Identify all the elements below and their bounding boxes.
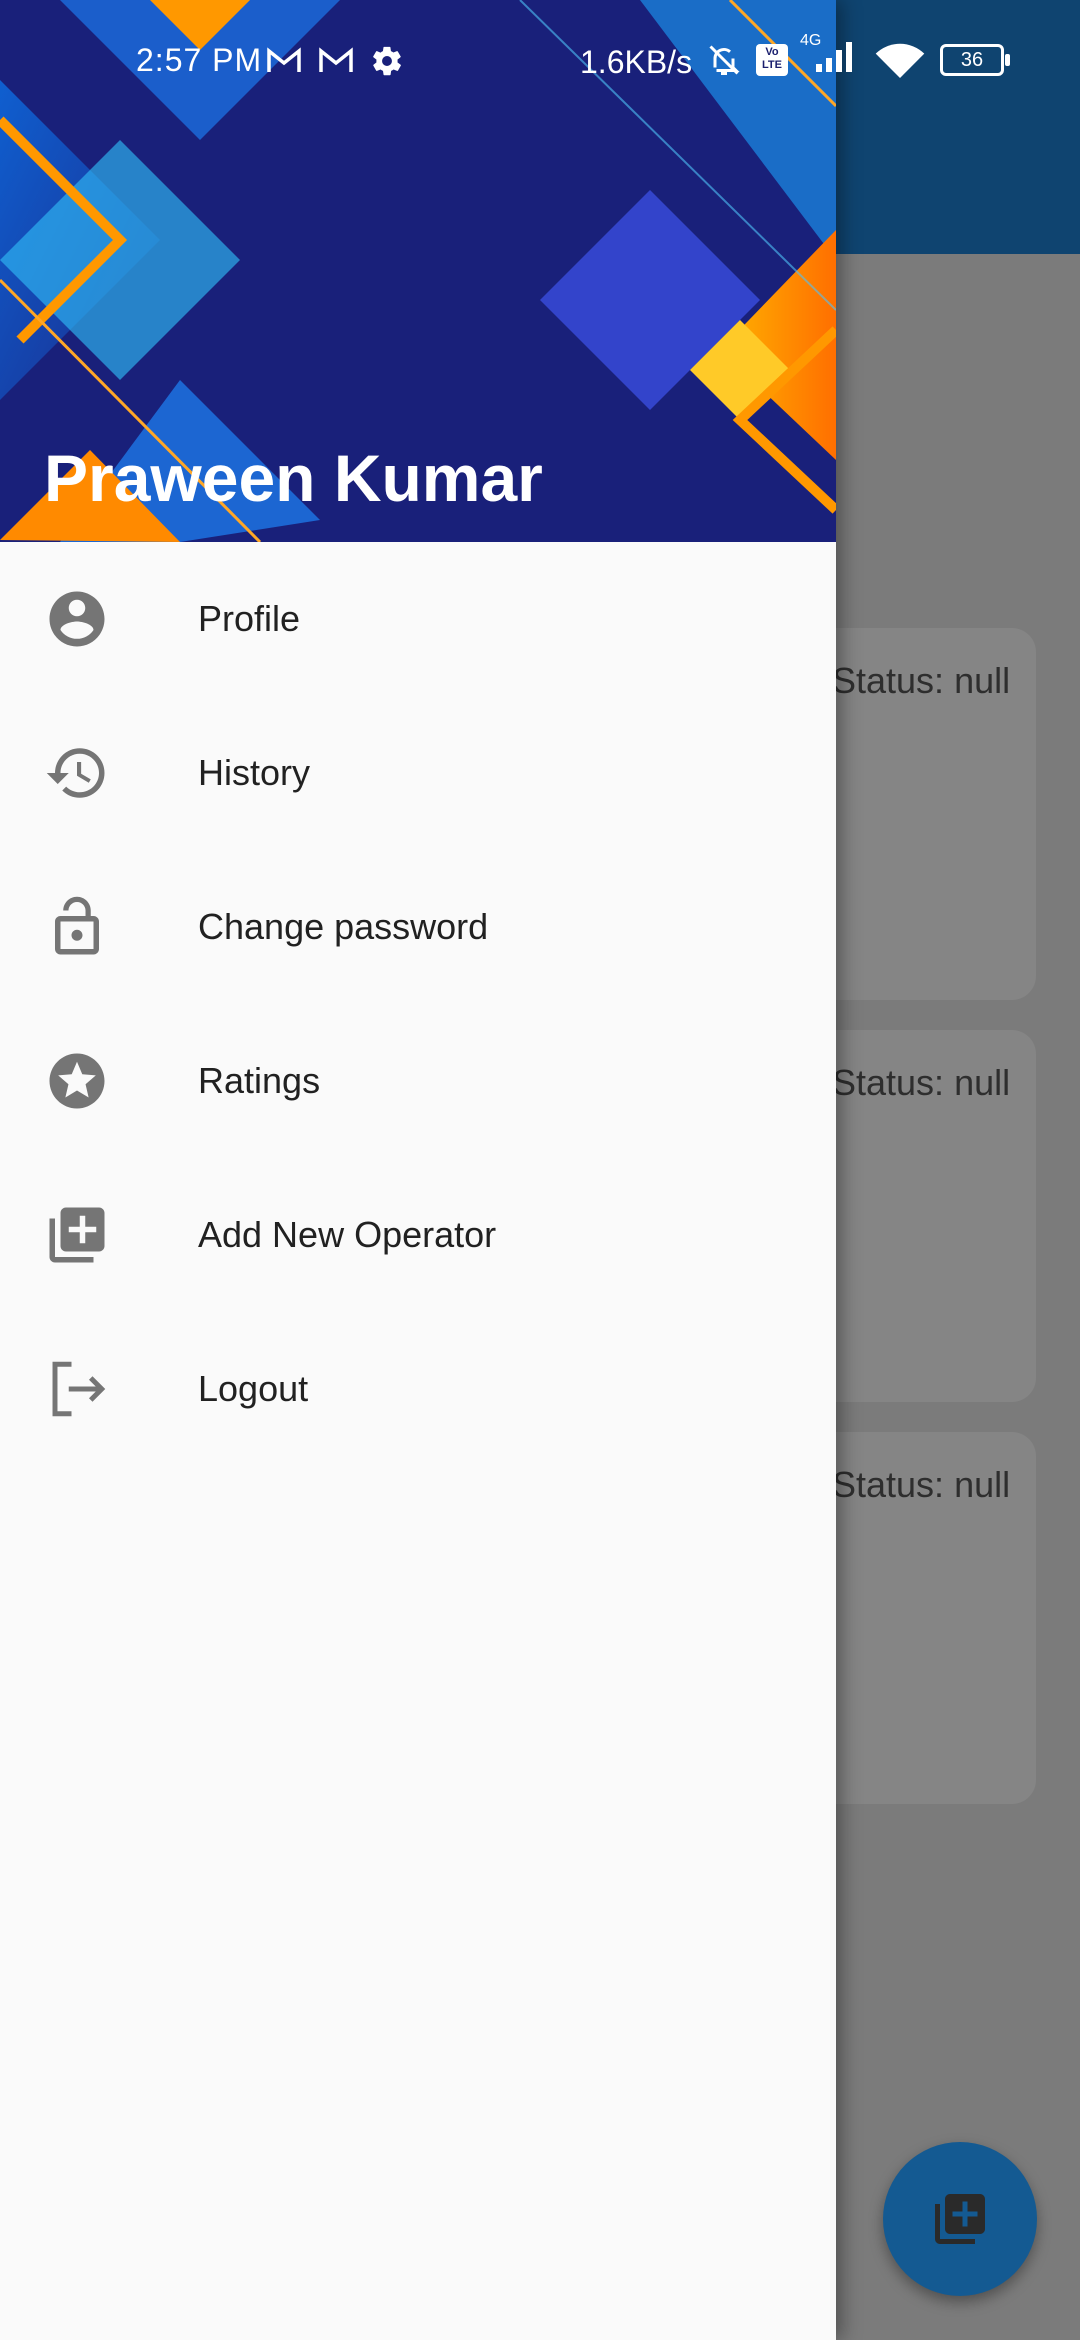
drawer-item-profile[interactable]: Profile: [0, 542, 836, 696]
network-speed: 1.6KB/s: [580, 44, 693, 80]
volte-icon: Vo LTE: [756, 44, 788, 76]
history-icon: [44, 740, 110, 806]
drawer-item-label: Profile: [198, 598, 301, 639]
status-bar: 2:57 PM 1.6KB/s Vo LTE 4G 36: [0, 0, 1080, 100]
mute-icon: [709, 45, 740, 75]
card-status: Status: null: [832, 660, 1011, 701]
signal-icon: 4G: [800, 32, 860, 82]
settings-icon: [373, 46, 401, 76]
drawer-item-label: Add New Operator: [198, 1214, 497, 1255]
drawer-item-label: Ratings: [198, 1060, 321, 1101]
drawer-item-label: Change password: [198, 906, 489, 947]
drawer-menu: Profile History Change password Ratings …: [0, 542, 836, 1466]
library-add-icon: [935, 2194, 985, 2244]
wifi-icon: [875, 43, 925, 78]
drawer-item-label: History: [198, 752, 311, 793]
drawer-item-label: Logout: [198, 1368, 309, 1409]
drawer-item-change-password[interactable]: Change password: [0, 850, 836, 1004]
logout-icon: [44, 1356, 110, 1422]
star-circle-icon: [44, 1048, 110, 1114]
lock-open-icon: [44, 894, 110, 960]
drawer-item-logout[interactable]: Logout: [0, 1312, 836, 1466]
user-name: Praween Kumar: [44, 441, 543, 515]
drawer-item-history[interactable]: History: [0, 696, 836, 850]
battery-level: 36: [960, 49, 984, 71]
drawer-item-add-new-operator[interactable]: Add New Operator: [0, 1158, 836, 1312]
network-type: 4G: [800, 32, 822, 49]
drawer-item-ratings[interactable]: Ratings: [0, 1004, 836, 1158]
battery-icon: 36: [940, 44, 1010, 76]
status-time: 2:57 PM: [136, 42, 263, 78]
library-add-icon: [44, 1202, 110, 1268]
navigation-drawer: Praween Kumar Profile History Change pas…: [0, 0, 836, 2340]
add-operator-fab[interactable]: [883, 2142, 1037, 2296]
account-circle-icon: [44, 586, 110, 652]
card-status: Status: null: [832, 1062, 1011, 1103]
gmail-icon: [319, 47, 353, 72]
card-status: Status: null: [832, 1464, 1011, 1505]
gmail-icon: [267, 47, 301, 72]
